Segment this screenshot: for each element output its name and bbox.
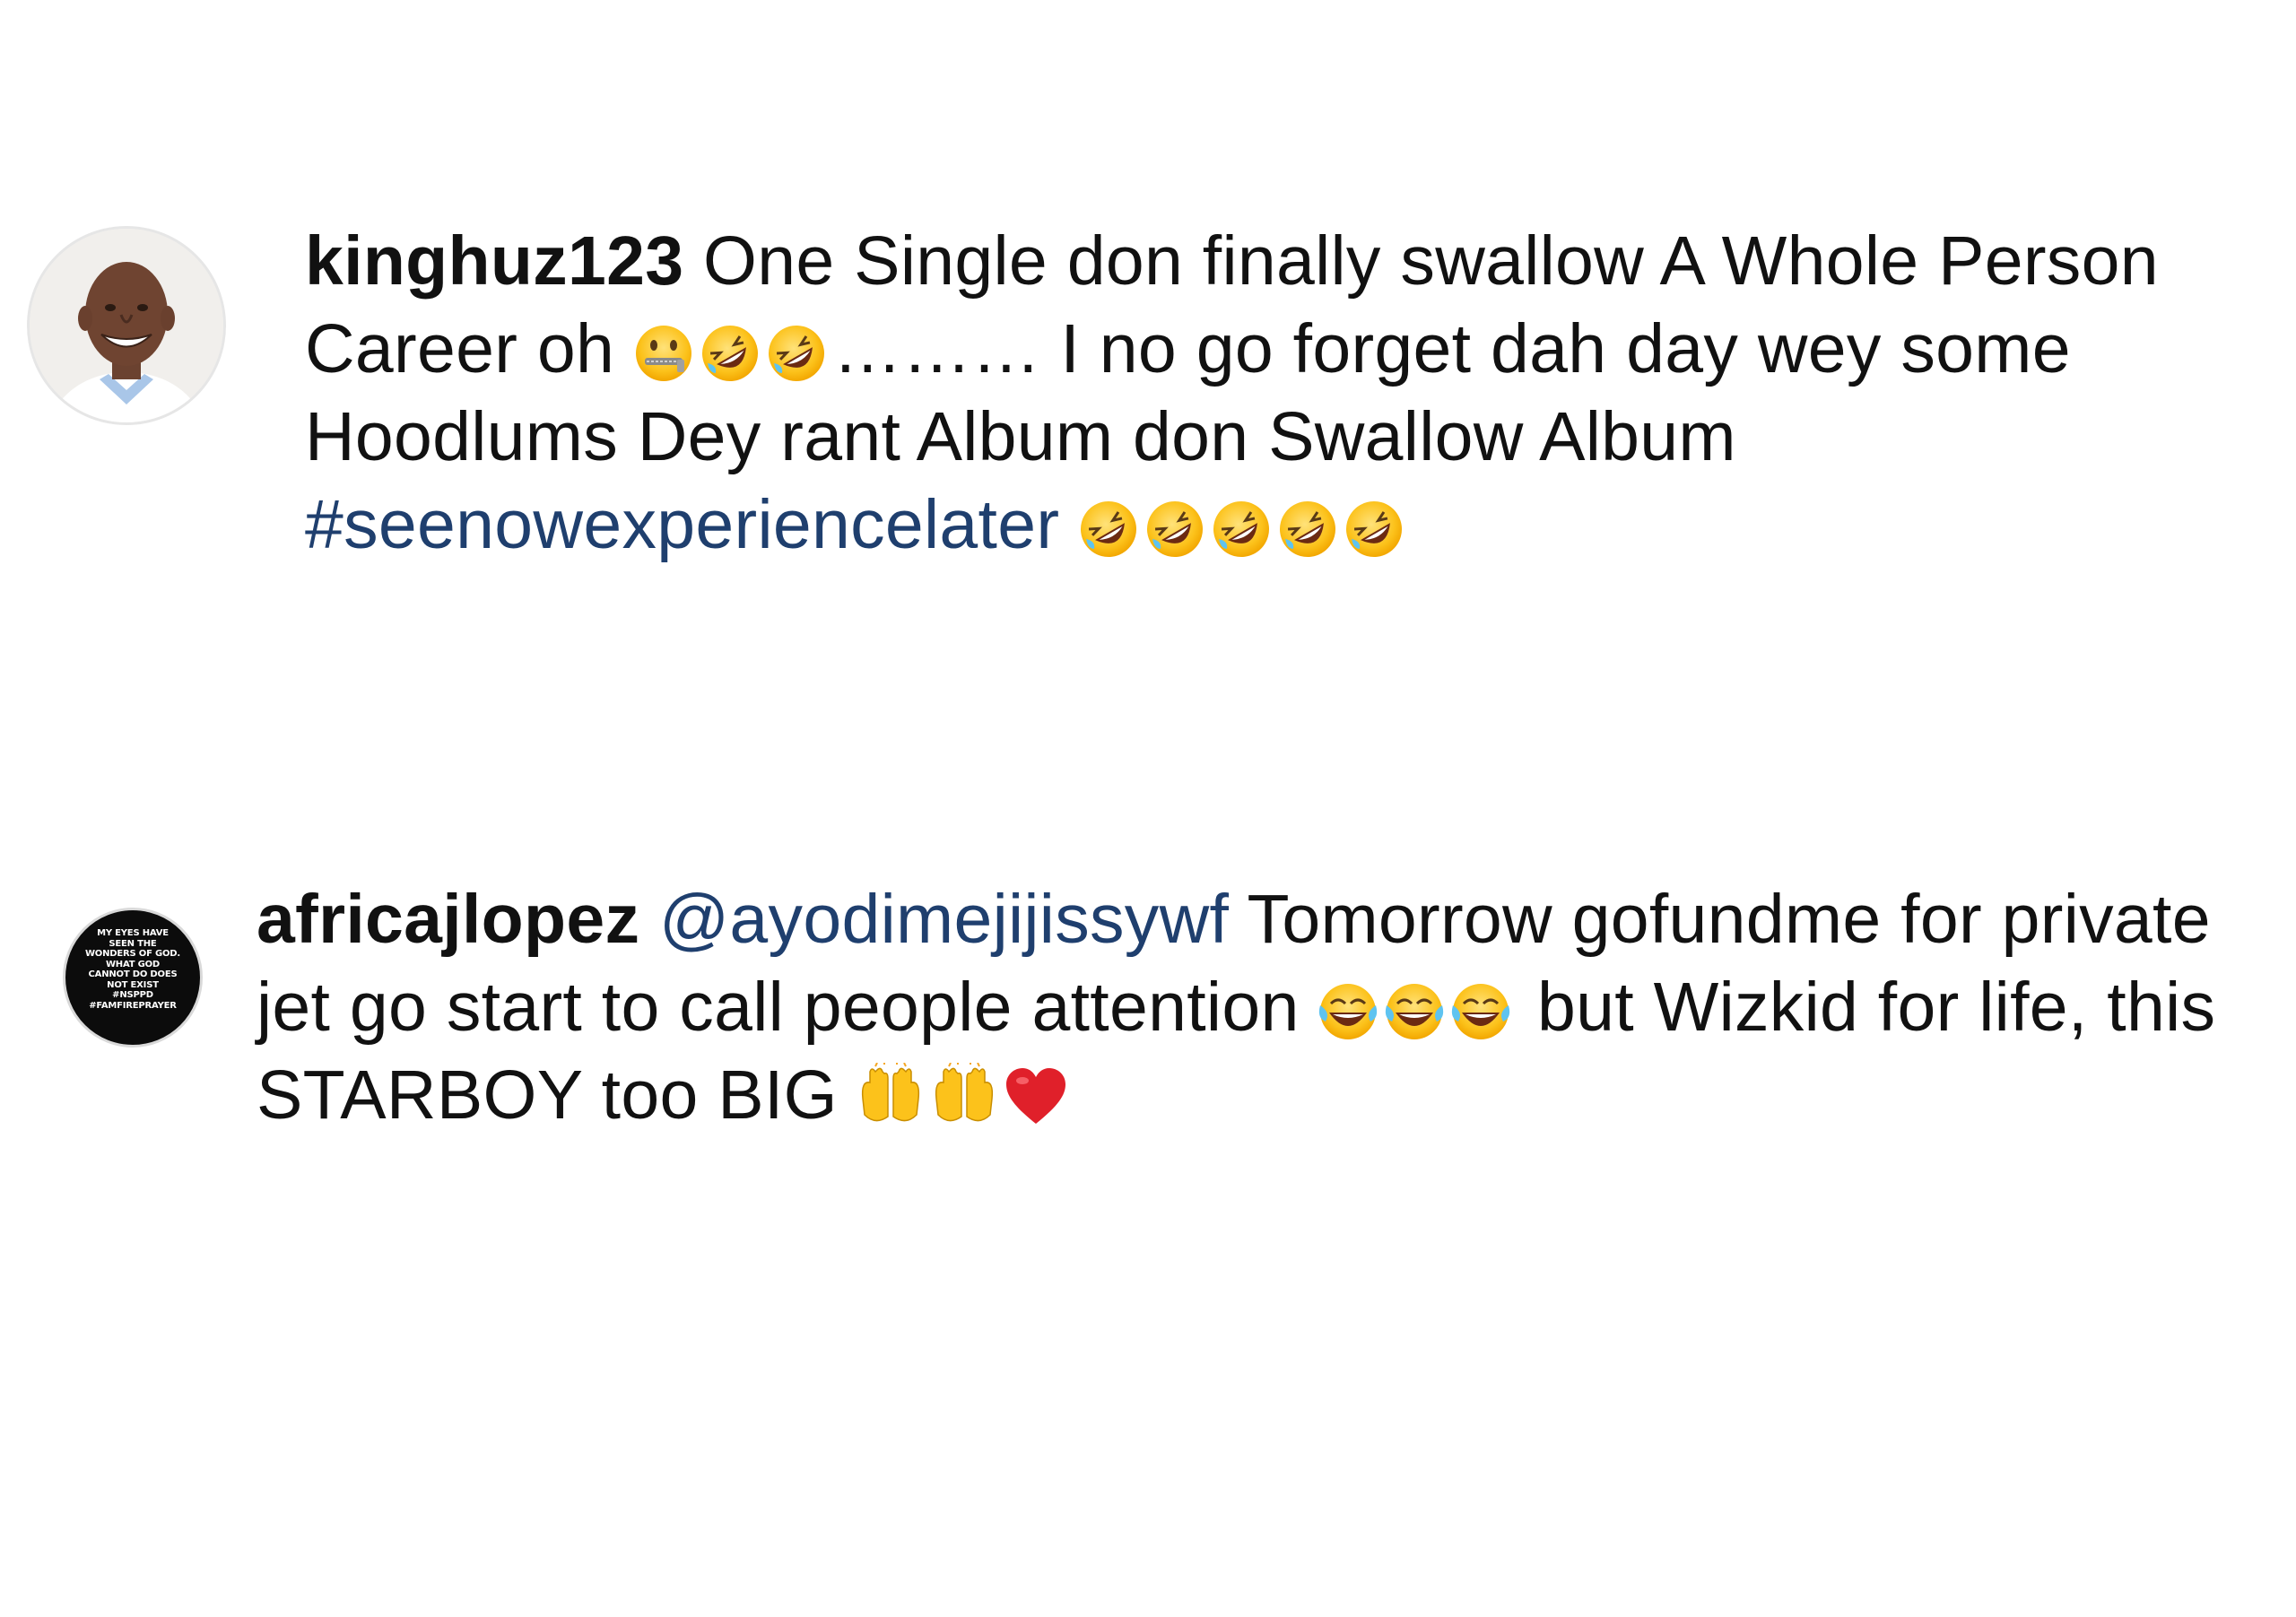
rolling-on-floor-laughing-emoji-icon (1145, 500, 1205, 559)
username[interactable]: africajlopez (257, 881, 639, 958)
face-with-tears-of-joy-emoji-icon (1318, 982, 1378, 1041)
raising-hands-emoji-icon (931, 1063, 997, 1129)
comment-item: MY EYES HAVE SEEN THE WONDERS OF GOD. WH… (63, 875, 2230, 1139)
rolling-on-floor-laughing-emoji-icon (1344, 500, 1404, 559)
face-with-tears-of-joy-emoji-icon (1385, 982, 1444, 1041)
profile-photo-icon (30, 229, 223, 422)
avatar[interactable]: MY EYES HAVE SEEN THE WONDERS OF GOD. WH… (63, 908, 203, 1048)
rolling-on-floor-laughing-emoji-icon (767, 324, 826, 383)
rolling-on-floor-laughing-emoji-icon (1212, 500, 1271, 559)
mention-link[interactable]: @ayodimejijissywf (659, 881, 1229, 958)
rolling-on-floor-laughing-emoji-icon (1079, 500, 1138, 559)
zipper-mouth-face-emoji-icon (634, 324, 693, 383)
rolling-on-floor-laughing-emoji-icon (700, 324, 760, 383)
raising-hands-emoji-icon (857, 1063, 924, 1129)
comment-item: kinghuz123 One Single don finally swallo… (27, 217, 2296, 569)
avatar-caption: MY EYES HAVE SEEN THE WONDERS OF GOD. WH… (84, 928, 181, 1011)
red-heart-emoji-icon (1004, 1066, 1067, 1129)
comment-text: kinghuz123 One Single don finally swallo… (305, 217, 2296, 569)
hashtag-link[interactable]: #seenowexperiencelater (305, 486, 1059, 563)
comment-text-part (1059, 486, 1079, 563)
face-with-tears-of-joy-emoji-icon (1451, 982, 1510, 1041)
username[interactable]: kinghuz123 (305, 222, 683, 300)
rolling-on-floor-laughing-emoji-icon (1278, 500, 1337, 559)
comment-text: africajlopez @ayodimejijissywf Tomorrow … (257, 875, 2230, 1139)
avatar[interactable] (27, 226, 226, 425)
